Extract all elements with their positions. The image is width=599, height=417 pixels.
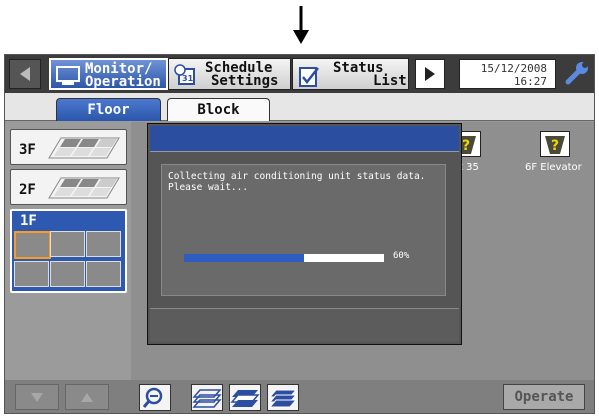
unit-6f-elevator-label: 6F Elevator bbox=[525, 162, 582, 173]
touch-screen: Monitor/ Operation 31 Schedule Settings … bbox=[4, 54, 595, 414]
dialog-footer bbox=[150, 308, 459, 342]
date-text: 15/12/2008 bbox=[480, 62, 547, 75]
calendar-clock-icon: 31 bbox=[174, 64, 195, 85]
zoom-out-icon bbox=[142, 387, 163, 408]
progress-bar bbox=[184, 254, 384, 262]
checklist-icon bbox=[299, 67, 319, 87]
progress-percent: 60% bbox=[393, 251, 410, 261]
status-list-button[interactable]: Status List bbox=[292, 58, 409, 90]
date-time-display: 15/12/2008 16:27 bbox=[459, 59, 556, 89]
operate-button[interactable]: Operate bbox=[503, 384, 585, 410]
bottom-toolbar: Operate bbox=[5, 380, 594, 413]
unknown-status-icon: ? bbox=[545, 136, 565, 154]
svg-text:?: ? bbox=[462, 138, 470, 154]
monitor-label-line2: Operation bbox=[85, 74, 161, 90]
svg-text:?: ? bbox=[551, 138, 559, 154]
floor-label: 1F bbox=[20, 213, 37, 229]
floor-label: 2F bbox=[19, 182, 36, 198]
monitor-operation-button[interactable]: Monitor/ Operation bbox=[49, 58, 168, 90]
floor-block-cell[interactable] bbox=[14, 261, 49, 287]
time-text: 16:27 bbox=[513, 75, 547, 88]
tab-floor[interactable]: Floor bbox=[56, 98, 161, 121]
floor-map-icon bbox=[48, 177, 120, 199]
floor-map-icon bbox=[48, 137, 120, 159]
monitor-icon bbox=[56, 66, 80, 85]
layers-filled-icon bbox=[268, 389, 298, 408]
floor-block-cell[interactable] bbox=[50, 231, 85, 257]
layout-view-mixed-button[interactable] bbox=[229, 384, 261, 411]
floor-block-cell[interactable] bbox=[86, 231, 121, 257]
scroll-up-button[interactable] bbox=[65, 384, 109, 410]
layers-outline-icon bbox=[192, 389, 222, 408]
top-toolbar: Monitor/ Operation 31 Schedule Settings … bbox=[5, 55, 594, 93]
triangle-up-icon bbox=[81, 393, 93, 402]
dialog-body: Collecting air conditioning unit status … bbox=[161, 164, 446, 296]
triangle-down-icon bbox=[31, 393, 43, 402]
floor-block-cell-selected[interactable] bbox=[14, 231, 51, 259]
dialog-title-bar bbox=[150, 126, 459, 152]
tab-block[interactable]: Block bbox=[167, 98, 270, 121]
layout-view-outline-button[interactable] bbox=[191, 384, 223, 411]
unit-6f-elevator-icon[interactable]: ? bbox=[540, 131, 570, 157]
view-tabs: Floor Block bbox=[5, 93, 594, 121]
layers-mixed-icon bbox=[230, 390, 260, 407]
schedule-settings-button[interactable]: 31 Schedule Settings bbox=[168, 58, 291, 90]
floor-block-cell[interactable] bbox=[86, 261, 121, 287]
svg-text:31: 31 bbox=[182, 74, 194, 83]
maintenance-button[interactable] bbox=[561, 59, 592, 89]
floor-item-2f[interactable]: 2F bbox=[10, 169, 127, 205]
zoom-out-button[interactable] bbox=[139, 384, 171, 411]
triangle-right-icon bbox=[425, 67, 435, 81]
floor-label: 3F bbox=[19, 142, 36, 158]
wrench-icon bbox=[565, 62, 588, 85]
prev-page-button[interactable] bbox=[9, 59, 41, 89]
progress-dialog: Collecting air conditioning unit status … bbox=[147, 123, 462, 345]
status-label-line2: List bbox=[373, 73, 407, 89]
next-page-button[interactable] bbox=[415, 59, 445, 89]
floor-item-3f[interactable]: 3F bbox=[10, 129, 127, 165]
schedule-label-line2: Settings bbox=[211, 73, 279, 89]
progress-bar-fill bbox=[184, 254, 304, 262]
status-message: Collecting air conditioning unit status … bbox=[168, 171, 426, 193]
triangle-left-icon bbox=[20, 67, 30, 81]
layout-view-filled-button[interactable] bbox=[267, 384, 299, 411]
scroll-down-button[interactable] bbox=[15, 384, 59, 410]
down-arrow-icon bbox=[293, 6, 309, 44]
floor-block-cell[interactable] bbox=[50, 261, 85, 287]
floor-item-1f[interactable]: 1F bbox=[10, 209, 127, 293]
